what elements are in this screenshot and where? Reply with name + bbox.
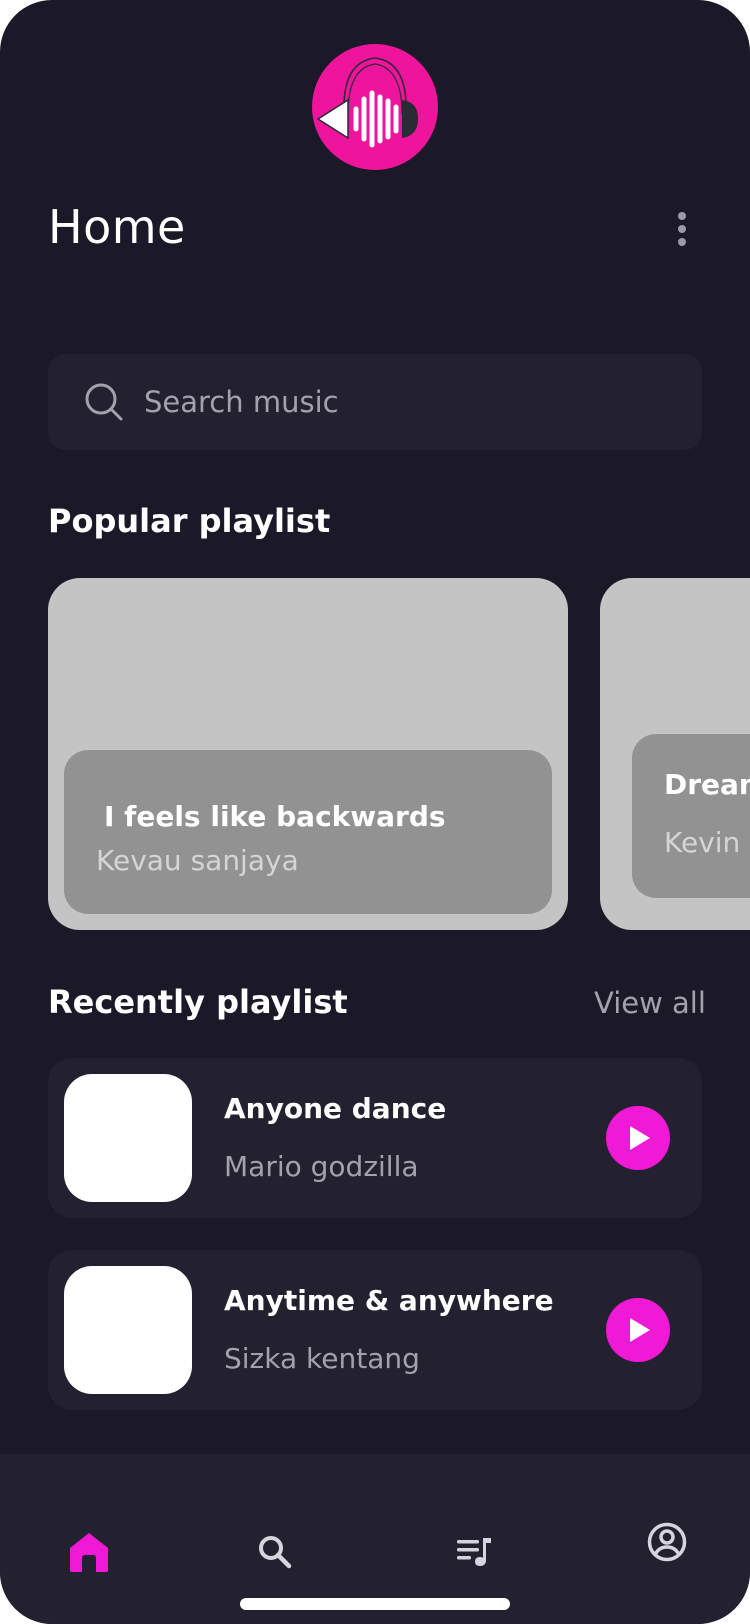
play-button[interactable]	[606, 1298, 670, 1362]
account-icon	[647, 1522, 687, 1562]
track-title: Anytime & anywhere	[224, 1284, 554, 1317]
playlist-card[interactable]: Dream Kevin s	[600, 578, 750, 930]
view-all-link[interactable]: View all	[594, 986, 706, 1020]
more-options-button[interactable]	[662, 206, 702, 252]
page-title: Home	[48, 200, 186, 254]
track-title: Anyone dance	[224, 1092, 447, 1125]
track-artist: Sizka kentang	[224, 1342, 420, 1375]
play-icon	[630, 1126, 650, 1150]
search-bar[interactable]	[48, 354, 702, 450]
album-thumbnail	[64, 1266, 192, 1394]
playlist-card-info: Dream Kevin s	[632, 734, 750, 898]
search-input[interactable]	[144, 372, 664, 432]
playlist-card-artist: Kevau sanjaya	[96, 844, 299, 877]
play-button[interactable]	[606, 1106, 670, 1170]
nav-playlist[interactable]	[446, 1524, 502, 1580]
play-icon	[630, 1318, 650, 1342]
album-thumbnail	[64, 1074, 192, 1202]
search-icon	[85, 383, 123, 421]
more-vertical-icon	[678, 212, 686, 220]
recent-list-item[interactable]: Anyone dance Mario godzilla	[48, 1058, 702, 1218]
search-icon	[259, 1536, 292, 1569]
playlist-card-title: I feels like backwards	[104, 800, 446, 833]
playlist-icon	[457, 1538, 491, 1566]
recent-list-item[interactable]: Anytime & anywhere Sizka kentang	[48, 1250, 702, 1410]
home-indicator	[240, 1598, 510, 1610]
nav-home[interactable]	[61, 1524, 117, 1580]
playlist-card-title: Dream	[664, 768, 750, 801]
track-artist: Mario godzilla	[224, 1150, 419, 1183]
nav-account[interactable]	[639, 1514, 695, 1570]
recently-playlist-heading: Recently playlist	[48, 983, 348, 1021]
popular-playlist-heading: Popular playlist	[48, 502, 331, 540]
playlist-card-artist: Kevin s	[664, 826, 750, 859]
playlist-card[interactable]: I feels like backwards Kevau sanjaya	[48, 578, 568, 930]
headphones-music-logo-icon	[312, 44, 438, 170]
phone-screen: Home Popular playlist I feels like backw…	[0, 0, 750, 1624]
nav-search[interactable]	[247, 1524, 303, 1580]
home-icon	[70, 1533, 108, 1572]
playlist-card-info: I feels like backwards Kevau sanjaya	[64, 750, 552, 914]
